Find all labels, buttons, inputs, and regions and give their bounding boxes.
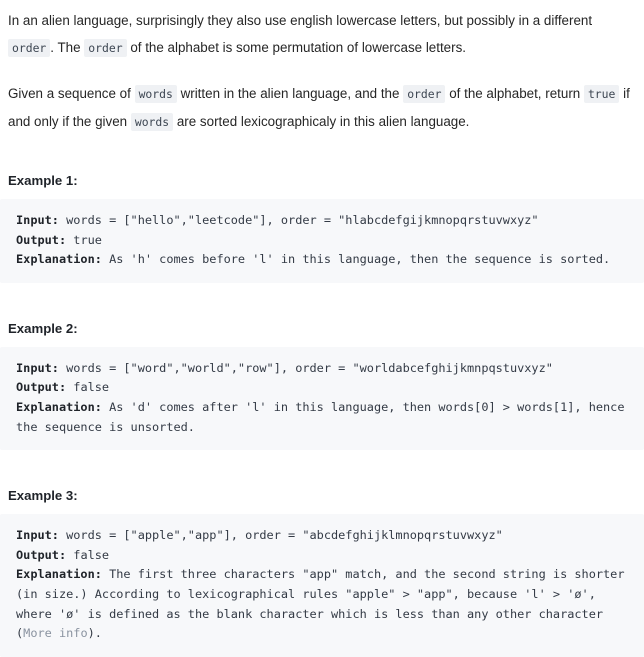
example-explanation-value: The first three characters "app" match, … bbox=[16, 567, 632, 641]
example-output-value: false bbox=[66, 380, 110, 395]
example-1-code-block: Input: words = ["hello","leetcode"], ord… bbox=[0, 199, 644, 283]
inline-code-token: words bbox=[130, 113, 174, 131]
intro-paragraph-1: In an alien language, surprisingly they … bbox=[0, 0, 644, 62]
example-1-title: Example 1: bbox=[8, 173, 78, 188]
explanation-label: Explanation: bbox=[16, 399, 102, 414]
example-input-value: words = ["apple","app"], order = "abcdef… bbox=[58, 528, 503, 543]
example-2-title: Example 2: bbox=[8, 320, 78, 336]
inline-code-token: words bbox=[134, 85, 177, 103]
example-3-title: Example 3: bbox=[8, 488, 78, 504]
explanation-label: Explanation: bbox=[16, 567, 102, 582]
paragraph-text: . The bbox=[50, 40, 85, 55]
paragraph-text: In an alien language, surprisingly they … bbox=[8, 13, 593, 28]
paragraph-text: of the alphabet is some permutation of l… bbox=[126, 40, 467, 55]
example-explanation-value: As 'h' comes before 'l' in this language… bbox=[101, 252, 611, 267]
intro-paragraph-2: Given a sequence of words written in the… bbox=[0, 62, 644, 136]
inline-code-token: order bbox=[8, 39, 51, 57]
input-label: Input: bbox=[16, 213, 59, 227]
explanation-label: Explanation: bbox=[16, 252, 102, 267]
paragraph-text: are sorted lexicographicaly in this alie… bbox=[173, 114, 470, 129]
input-label: Input: bbox=[16, 528, 59, 543]
inline-code-token: order bbox=[403, 85, 446, 103]
inline-code-token: true bbox=[583, 85, 620, 103]
inline-code-token: order bbox=[84, 39, 127, 57]
example-output-value: false bbox=[66, 547, 110, 562]
example-explanation-tail: ). bbox=[87, 626, 102, 641]
example-explanation-value: As 'd' comes after 'l' in this language,… bbox=[16, 399, 632, 434]
paragraph-text: of the alphabet, return bbox=[445, 86, 584, 101]
input-label: Input: bbox=[16, 360, 59, 375]
paragraph-text: written in the alien language, and the bbox=[176, 86, 404, 101]
example-output-value: true bbox=[66, 232, 102, 247]
output-label: Output: bbox=[16, 547, 67, 562]
more-info-link[interactable]: More info bbox=[23, 626, 87, 640]
output-label: Output: bbox=[16, 232, 67, 247]
problem-description-panel: In an alien language, surprisingly they … bbox=[0, 0, 644, 657]
example-3-code-block: Input: words = ["apple","app"], order = … bbox=[0, 514, 644, 657]
paragraph-text: Given a sequence of bbox=[8, 86, 135, 101]
example-2-code-block: Input: words = ["word","world","row"], o… bbox=[0, 346, 644, 451]
output-label: Output: bbox=[16, 380, 67, 395]
example-input-value: words = ["word","world","row"], order = … bbox=[58, 360, 553, 375]
example-input-value: words = ["hello","leetcode"], order = "h… bbox=[58, 213, 539, 227]
